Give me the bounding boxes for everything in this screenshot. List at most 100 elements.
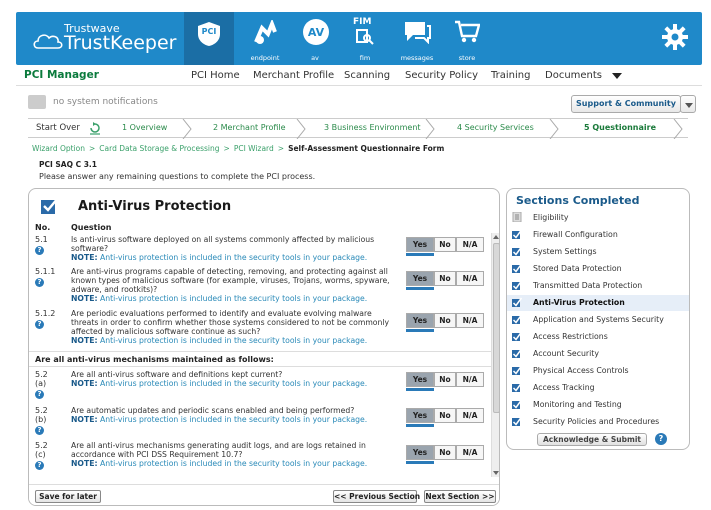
answer-yes-button[interactable]: Yes	[406, 372, 434, 387]
previous-section-button[interactable]: << Previous Section	[333, 490, 420, 503]
step-overview[interactable]: 1 Overview	[122, 123, 167, 132]
help-icon[interactable]: ?	[35, 246, 44, 255]
step-security-services[interactable]: 4 Security Services	[457, 123, 534, 132]
nav-documents[interactable]: Documents	[545, 70, 602, 81]
answer-yes-button[interactable]: Yes	[406, 271, 434, 286]
fim-icon: FIM	[353, 17, 372, 27]
section-item[interactable]: Physical Access Controls	[507, 363, 689, 379]
question-row: 5.2 (c) ? Are all anti-virus mechanisms …	[29, 441, 491, 477]
nav-security-policy[interactable]: Security Policy	[405, 70, 478, 81]
col-no-header: No.	[35, 223, 51, 232]
section-item[interactable]: System Settings	[507, 244, 689, 260]
start-over-icon[interactable]	[88, 121, 102, 135]
nav-scanning[interactable]: Scanning	[344, 70, 390, 81]
section-item[interactable]: Eligibility	[507, 210, 689, 226]
logo-trustkeeper: TrustKeeper	[64, 32, 177, 54]
help-icon[interactable]: ?	[35, 461, 44, 470]
answer-no-button[interactable]: No	[434, 237, 456, 252]
nav-pci[interactable]: PCI	[184, 12, 234, 65]
section-item-label: Access Restrictions	[533, 332, 608, 341]
section-item-label: Access Tracking	[533, 383, 595, 392]
section-item[interactable]: Access Restrictions	[507, 329, 689, 345]
answer-no-button[interactable]: No	[434, 445, 456, 460]
nav-av[interactable]: AV av	[290, 12, 340, 65]
nav-merchant-profile[interactable]: Merchant Profile	[253, 70, 334, 81]
answer-na-button[interactable]: N/A	[456, 445, 484, 460]
answer-na-button[interactable]: N/A	[456, 271, 484, 286]
support-dropdown-button[interactable]	[680, 95, 696, 113]
document-icon	[512, 212, 522, 222]
save-for-later-button[interactable]: Save for later	[35, 490, 101, 503]
section-item[interactable]: Application and Systems Security	[507, 312, 689, 328]
notification-text: no system notifications	[53, 97, 158, 107]
section-item[interactable]: Anti-Virus Protection	[507, 295, 689, 311]
questions-scrollbar[interactable]	[491, 233, 499, 477]
section-item[interactable]: Stored Data Protection	[507, 261, 689, 277]
answer-indicator	[406, 329, 434, 332]
crumb-pci-wizard[interactable]: PCI Wizard	[234, 144, 274, 153]
scroll-down-icon[interactable]	[493, 471, 499, 475]
answer-no-button[interactable]: No	[434, 408, 456, 423]
crumb-card-data[interactable]: Card Data Storage & Processing	[99, 144, 219, 153]
cart-icon	[455, 20, 480, 43]
start-over-label[interactable]: Start Over	[36, 123, 80, 133]
help-icon[interactable]: ?	[35, 390, 44, 399]
support-community-button[interactable]: Support & Community	[571, 95, 681, 113]
section-item[interactable]: Account Security	[507, 346, 689, 362]
answer-yes-button[interactable]: Yes	[406, 408, 434, 423]
answer-na-button[interactable]: N/A	[456, 372, 484, 387]
step-questionnaire[interactable]: 5 Questionnaire	[584, 123, 656, 132]
nav-pci-home[interactable]: PCI Home	[191, 70, 240, 81]
cloud-logo-icon	[33, 34, 63, 49]
answer-yes-button[interactable]: Yes	[406, 237, 434, 252]
answer-na-button[interactable]: N/A	[456, 408, 484, 423]
question-number: 5.1.2	[35, 309, 56, 318]
nav-fim[interactable]: FIM fim	[340, 12, 390, 65]
gear-icon[interactable]	[662, 24, 688, 50]
section-item[interactable]: Firewall Configuration	[507, 227, 689, 243]
question-number: 5.2 (a)	[35, 370, 48, 388]
question-note: NOTE: Anti-virus protection is included …	[71, 336, 368, 345]
section-item[interactable]: Monitoring and Testing	[507, 397, 689, 413]
checkbox-checked-icon	[512, 297, 522, 307]
section-item[interactable]: Transmitted Data Protection	[507, 278, 689, 294]
section-item[interactable]: Security Policies and Procedures	[507, 414, 689, 430]
nav-messages[interactable]: messages	[392, 12, 442, 65]
section-item[interactable]: Access Tracking	[507, 380, 689, 396]
answer-no-button[interactable]: No	[434, 313, 456, 328]
help-icon[interactable]: ?	[35, 278, 44, 287]
help-icon[interactable]: ?	[655, 433, 667, 445]
nav-fim-label: fim	[359, 54, 371, 62]
step-business-environment[interactable]: 3 Business Environment	[324, 123, 421, 132]
help-icon[interactable]: ?	[35, 320, 44, 329]
answer-no-button[interactable]: No	[434, 271, 456, 286]
acknowledge-submit-button[interactable]: Acknowledge & Submit	[537, 433, 647, 446]
next-section-button[interactable]: Next Section >>	[424, 490, 496, 503]
checkbox-checked-icon	[512, 280, 522, 290]
section-item-label: Security Policies and Procedures	[533, 417, 660, 426]
answer-yes-button[interactable]: Yes	[406, 313, 434, 328]
checkbox-checked-icon	[512, 314, 522, 324]
answer-no-button[interactable]: No	[434, 372, 456, 387]
question-text: Is anti-virus software deployed on all s…	[71, 235, 375, 253]
answer-na-button[interactable]: N/A	[456, 313, 484, 328]
answer-group: Yes No N/A	[406, 271, 490, 290]
questionnaire-footer: Save for later << Previous Section Next …	[29, 484, 499, 505]
answer-na-button[interactable]: N/A	[456, 237, 484, 252]
scrollbar-thumb[interactable]	[493, 243, 499, 413]
nav-training[interactable]: Training	[491, 70, 530, 81]
question-text: Are automatic updates and periodic scans…	[71, 406, 355, 415]
help-icon[interactable]: ?	[35, 426, 44, 435]
scroll-up-icon[interactable]	[493, 235, 499, 239]
section-check-icon	[41, 197, 59, 214]
section-item-label: Account Security	[533, 349, 599, 358]
crumb-wizard-option[interactable]: Wizard Option	[32, 144, 85, 153]
more-menu-caret-icon[interactable]	[612, 73, 622, 79]
nav-store[interactable]: store	[442, 12, 492, 65]
question-row: 5.2 (a) ? Are all anti-virus software an…	[29, 370, 491, 400]
step-merchant-profile[interactable]: 2 Merchant Profile	[213, 123, 286, 132]
nav-endpoint[interactable]: endpoint	[240, 12, 290, 65]
answer-indicator	[406, 461, 434, 464]
answer-yes-button[interactable]: Yes	[406, 445, 434, 460]
notification-bubble-icon	[28, 95, 46, 109]
